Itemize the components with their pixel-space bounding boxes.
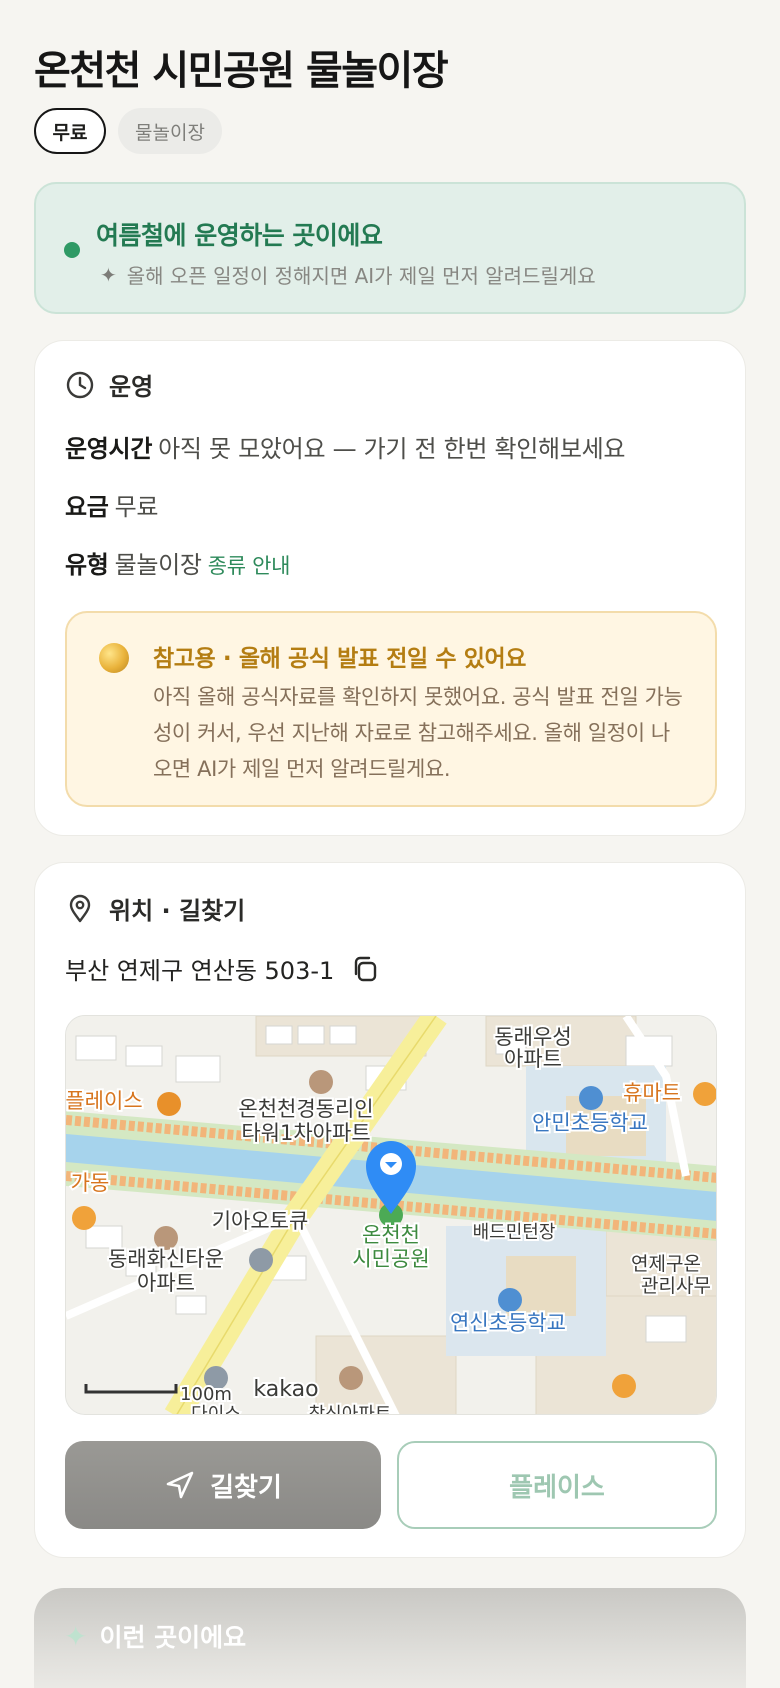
page-title: 온천천 시민공원 물놀이장: [34, 48, 449, 94]
map-label-huemart: 휴마트: [623, 1081, 681, 1105]
sparkle-icon: ✦: [64, 1619, 88, 1653]
fee-label: 요금: [65, 493, 109, 521]
hours-label: 운영시간: [65, 435, 153, 463]
about-header: ✦ 이런 곳이에요: [64, 1618, 246, 1654]
type-label: 유형: [65, 551, 109, 579]
map-label-yeonje: 연제구온: [631, 1253, 701, 1275]
map-label-anmin-school: 안민초등학교: [532, 1111, 648, 1135]
route-button-label: 길찾기: [210, 1472, 282, 1503]
svg-text:시민공원: 시민공원: [352, 1247, 429, 1271]
copy-icon[interactable]: [350, 954, 380, 984]
map-label-park: 온천천: [362, 1223, 420, 1247]
svg-text:타워1차아파트: 타워1차아파트: [241, 1121, 370, 1145]
svg-text:아파트: 아파트: [137, 1271, 195, 1295]
map-label-apt-north: 동래우성: [494, 1025, 571, 1049]
map-label-kia: 기아오토큐: [212, 1209, 309, 1233]
place-button[interactable]: 플레이스: [397, 1441, 717, 1529]
about-card: ✦ 이런 곳이에요: [34, 1588, 746, 1688]
navigation-arrow-icon: [166, 1471, 194, 1499]
season-title: 여름철에 운영하는 곳이에요: [96, 221, 383, 250]
map-brand-label: kakao: [253, 1377, 318, 1402]
svg-text:아파트: 아파트: [504, 1047, 562, 1071]
map-label-tower: 온천천경동리인: [238, 1097, 373, 1121]
fee-value: 무료: [114, 493, 159, 521]
season-subtitle-text: 올해 오픈 일정이 정해지면 AI가 제일 먼저 알려드릴게요: [126, 264, 596, 288]
type-chip[interactable]: 물놀이장: [118, 108, 222, 154]
address-row: 부산 연제구 연산동 503-1: [65, 951, 380, 986]
map-label-badminton: 배드민턴장: [473, 1222, 556, 1243]
hours-row: 운영시간 아직 못 모았어요 — 가기 전 한번 확인해보세요: [65, 429, 625, 464]
status-dot-icon: [64, 242, 80, 258]
season-subtitle: ✦ 올해 오픈 일정이 정해지면 AI가 제일 먼저 알려드릴게요: [100, 260, 596, 289]
about-heading: 이런 곳이에요: [99, 1623, 247, 1652]
map-label-yeonsin-school: 연신초등학교: [450, 1311, 566, 1335]
location-heading: 위치 · 길찾기: [109, 897, 246, 925]
map-view[interactable]: 동래우성 아파트 휴마트 플레이스 온천천경동리인 타워1차아파트 안민초등학교…: [65, 1015, 717, 1415]
operation-card: 운영 운영시간 아직 못 모았어요 — 가기 전 한번 확인해보세요 요금 무료 유…: [34, 340, 746, 836]
fee-chip[interactable]: 무료: [34, 108, 106, 154]
svg-text:관리사무: 관리사무: [641, 1275, 711, 1297]
operation-heading: 운영: [109, 373, 154, 401]
map-label-place: 플레이스: [66, 1089, 143, 1113]
coin-icon: [99, 643, 129, 673]
hours-value: 아직 못 모았어요 — 가기 전 한번 확인해보세요: [158, 435, 626, 463]
address-text: 부산 연제구 연산동 503-1: [65, 957, 335, 985]
clock-icon: [66, 371, 94, 398]
type-value: 물놀이장: [114, 551, 202, 579]
notice-body: 아직 올해 공식자료를 확인하지 못했어요. 공식 발표 전일 가능성이 커서,…: [153, 685, 683, 781]
reference-notice: 참고용 · 올해 공식 발표 전일 수 있어요 아직 올해 공식자료를 확인하지…: [65, 611, 717, 807]
notice-title: 참고용 · 올해 공식 발표 전일 수 있어요: [153, 646, 526, 672]
map-canvas[interactable]: 동래우성 아파트 휴마트 플레이스 온천천경동리인 타워1차아파트 안민초등학교…: [66, 1016, 717, 1415]
fee-row: 요금 무료: [65, 487, 158, 522]
map-label-dong: 가동: [71, 1171, 110, 1195]
map-scale-label: 100m: [180, 1384, 232, 1405]
place-button-label: 플레이스: [509, 1472, 605, 1503]
map-label-daiso: 다이소: [191, 1404, 241, 1415]
location-card: 위치 · 길찾기 부산 연제구 연산동 503-1 동래우성 아파트 휴마트 플…: [34, 862, 746, 1558]
map-label-hwasin: 동래화신타운: [108, 1247, 224, 1271]
location-header: 위치 · 길찾기: [65, 891, 245, 926]
operation-header: 운영: [65, 367, 153, 402]
season-banner: 여름철에 운영하는 곳이에요 ✦ 올해 오픈 일정이 정해지면 AI가 제일 먼…: [34, 182, 746, 314]
route-button[interactable]: 길찾기: [65, 1441, 381, 1529]
sparkle-icon: ✦: [100, 262, 117, 287]
type-row: 유형 물놀이장 종류 안내: [65, 545, 290, 580]
type-guide-link[interactable]: 종류 안내: [208, 554, 291, 578]
map-label-chamsin: 창신아파트: [309, 1404, 392, 1415]
location-pin-icon: [69, 894, 91, 922]
